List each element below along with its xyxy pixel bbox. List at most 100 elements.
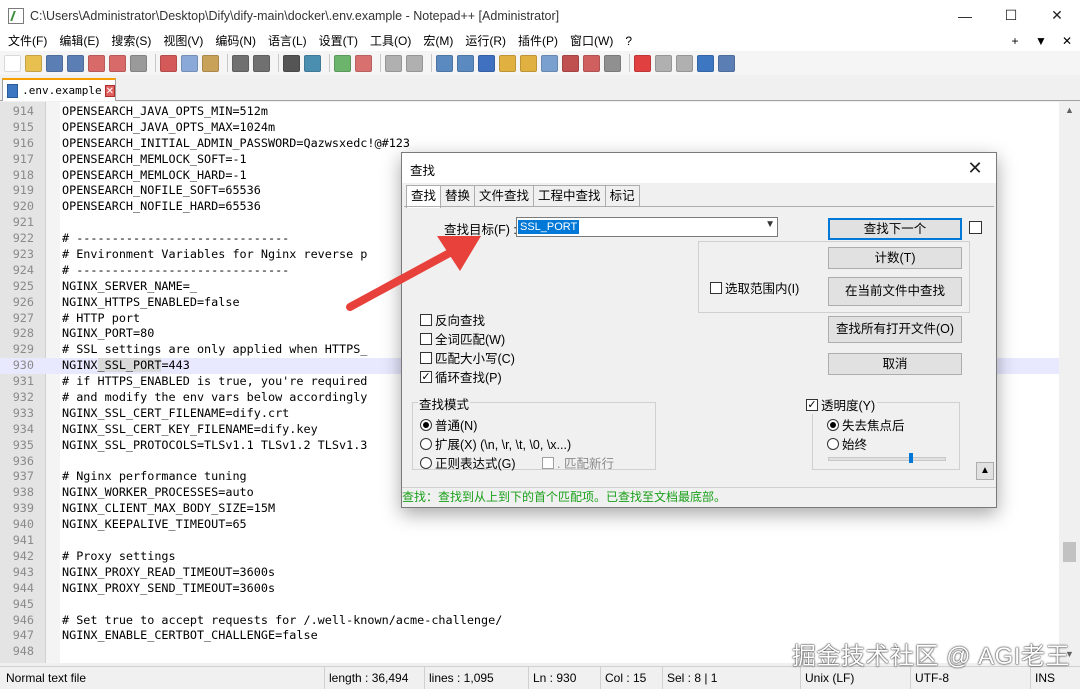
find-next-button[interactable]: 查找下一个 <box>828 218 962 240</box>
on-lose-focus-radio[interactable]: 失去焦点后 <box>827 415 905 434</box>
transparency-checkbox[interactable]: ✓ 透明度(Y) <box>806 395 878 414</box>
menu-search[interactable]: 搜索(S) <box>105 31 157 51</box>
tab-list-button[interactable]: ▼ <box>1028 31 1054 51</box>
find-all-open-files-button[interactable]: 查找所有打开文件(O) <box>828 316 962 343</box>
udl-icon[interactable] <box>499 54 516 72</box>
always-dot[interactable] <box>827 437 839 450</box>
backward-checkbox[interactable]: 反向查找 <box>420 310 485 329</box>
wrap-around-checkbox[interactable]: ✓ 循环查找(P) <box>420 367 502 386</box>
redo-icon[interactable] <box>253 54 270 72</box>
sync-vertical-icon[interactable] <box>385 54 402 72</box>
menu-window[interactable]: 窗口(W) <box>564 31 619 51</box>
code-line[interactable]: 946 # Set true to accept requests for /.w… <box>0 613 1060 629</box>
whole-word-box[interactable] <box>420 332 432 345</box>
tab-find[interactable]: 查找 <box>406 185 442 208</box>
on-lose-focus-dot[interactable] <box>827 418 839 431</box>
code-line[interactable]: 916 OPENSEARCH_INITIAL_ADMIN_PASSWORD=Qaz… <box>0 136 1060 152</box>
indent-guide-icon[interactable] <box>478 54 495 72</box>
tab-find-in-files[interactable]: 文件查找 <box>474 185 535 207</box>
minimize-button[interactable]: — <box>942 0 988 31</box>
backward-direction-checkbox[interactable] <box>969 221 982 234</box>
code-line[interactable]: 945 <box>0 597 1060 613</box>
menu-edit[interactable]: 编辑(E) <box>53 31 105 51</box>
find-in-current-file-button[interactable]: 在当前文件中查找 <box>828 277 962 306</box>
mode-regex-radio[interactable]: 正则表达式(G) <box>420 453 516 472</box>
chevron-down-icon[interactable]: ▼ <box>765 219 775 230</box>
run-macro-multiple-icon[interactable] <box>697 54 714 72</box>
tab-env-example[interactable]: .env.example ✕ <box>2 78 116 101</box>
collapse-dialog-icon[interactable]: ▲ <box>976 462 994 480</box>
cancel-button[interactable]: 取消 <box>828 353 962 375</box>
function-list-icon[interactable] <box>562 54 579 72</box>
menu-file[interactable]: 文件(F) <box>2 31 53 51</box>
vertical-scrollbar[interactable]: ▲ ▼ <box>1059 102 1080 663</box>
menu-plugins[interactable]: 插件(P) <box>512 31 564 51</box>
mode-regex-radio-dot[interactable] <box>420 456 432 469</box>
stop-macro-icon[interactable] <box>655 54 672 72</box>
dialog-close-icon[interactable]: ✕ <box>962 155 988 181</box>
new-file-icon[interactable] <box>4 54 21 72</box>
close-button[interactable]: ✕ <box>1034 0 1080 31</box>
play-macro-icon[interactable] <box>676 54 693 72</box>
menu-view[interactable]: 视图(V) <box>157 31 209 51</box>
replace-icon[interactable] <box>304 54 321 72</box>
code-line[interactable]: 942 # Proxy settings <box>0 549 1060 565</box>
cut-icon[interactable] <box>160 54 177 72</box>
whole-word-checkbox[interactable]: 全词匹配(W) <box>420 329 505 348</box>
in-selection-checkbox[interactable]: 选取范围内(I) <box>710 278 799 297</box>
monitoring-icon[interactable] <box>604 54 621 72</box>
menu-macro[interactable]: 宏(M) <box>417 31 459 51</box>
find-icon[interactable] <box>283 54 300 72</box>
close-doc-button[interactable]: ✕ <box>1054 31 1080 51</box>
in-selection-box[interactable] <box>710 281 722 294</box>
dot-newline-box[interactable] <box>542 456 554 469</box>
transparency-box[interactable]: ✓ <box>806 398 818 411</box>
tab-close-icon[interactable]: ✕ <box>104 84 115 97</box>
menu-run[interactable]: 运行(R) <box>459 31 512 51</box>
folder-workspace-icon[interactable] <box>583 54 600 72</box>
copy-icon[interactable] <box>181 54 198 72</box>
zoom-out-icon[interactable] <box>355 54 372 72</box>
tab-find-in-projects[interactable]: 工程中查找 <box>533 185 606 207</box>
word-wrap-icon[interactable] <box>436 54 453 72</box>
menu-settings[interactable]: 设置(T) <box>313 31 364 51</box>
paste-icon[interactable] <box>202 54 219 72</box>
code-line[interactable]: 914 OPENSEARCH_JAVA_OPTS_MIN=512m <box>0 104 1060 120</box>
new-tab-button[interactable]: + <box>1002 31 1028 51</box>
zoom-in-icon[interactable] <box>334 54 351 72</box>
menu-help[interactable]: ? <box>619 31 638 51</box>
close-all-icon[interactable] <box>109 54 126 72</box>
sync-horizontal-icon[interactable] <box>406 54 423 72</box>
tab-replace[interactable]: 替换 <box>440 185 476 207</box>
mode-normal-radio-dot[interactable] <box>420 418 432 431</box>
doc-map-icon[interactable] <box>520 54 537 72</box>
print-icon[interactable] <box>130 54 147 72</box>
match-case-box[interactable] <box>420 351 432 364</box>
show-all-chars-icon[interactable] <box>457 54 474 72</box>
code-line[interactable]: 915 OPENSEARCH_JAVA_OPTS_MAX=1024m <box>0 120 1060 136</box>
mode-normal-radio[interactable]: 普通(N) <box>420 415 477 434</box>
backward-box[interactable] <box>420 313 432 326</box>
scroll-thumb[interactable] <box>1063 542 1076 562</box>
code-line[interactable]: 943 NGINX_PROXY_READ_TIMEOUT=3600s <box>0 565 1060 581</box>
code-line[interactable]: 944 NGINX_PROXY_SEND_TIMEOUT=3600s <box>0 581 1060 597</box>
code-line[interactable]: 940 NGINX_KEEPALIVE_TIMEOUT=65 <box>0 517 1060 533</box>
always-radio[interactable]: 始终 <box>827 434 867 453</box>
close-file-icon[interactable] <box>88 54 105 72</box>
tab-mark[interactable]: 标记 <box>604 185 640 207</box>
save-macro-icon[interactable] <box>718 54 735 72</box>
match-case-checkbox[interactable]: 匹配大小写(C) <box>420 348 515 367</box>
open-file-icon[interactable] <box>25 54 42 72</box>
doc-list-icon[interactable] <box>541 54 558 72</box>
undo-icon[interactable] <box>232 54 249 72</box>
menu-tools[interactable]: 工具(O) <box>364 31 417 51</box>
mode-extended-radio-dot[interactable] <box>420 437 432 450</box>
find-what-input[interactable]: SSL_PORT ▼ <box>516 217 778 237</box>
wrap-around-box[interactable]: ✓ <box>420 370 432 383</box>
code-line[interactable]: 941 <box>0 533 1060 549</box>
menu-encoding[interactable]: 编码(N) <box>209 31 262 51</box>
transparency-slider-thumb[interactable] <box>909 453 913 463</box>
dot-newline-checkbox[interactable]: . 匹配新行 <box>542 453 614 472</box>
count-button[interactable]: 计数(T) <box>828 247 962 269</box>
menu-language[interactable]: 语言(L) <box>262 31 313 51</box>
